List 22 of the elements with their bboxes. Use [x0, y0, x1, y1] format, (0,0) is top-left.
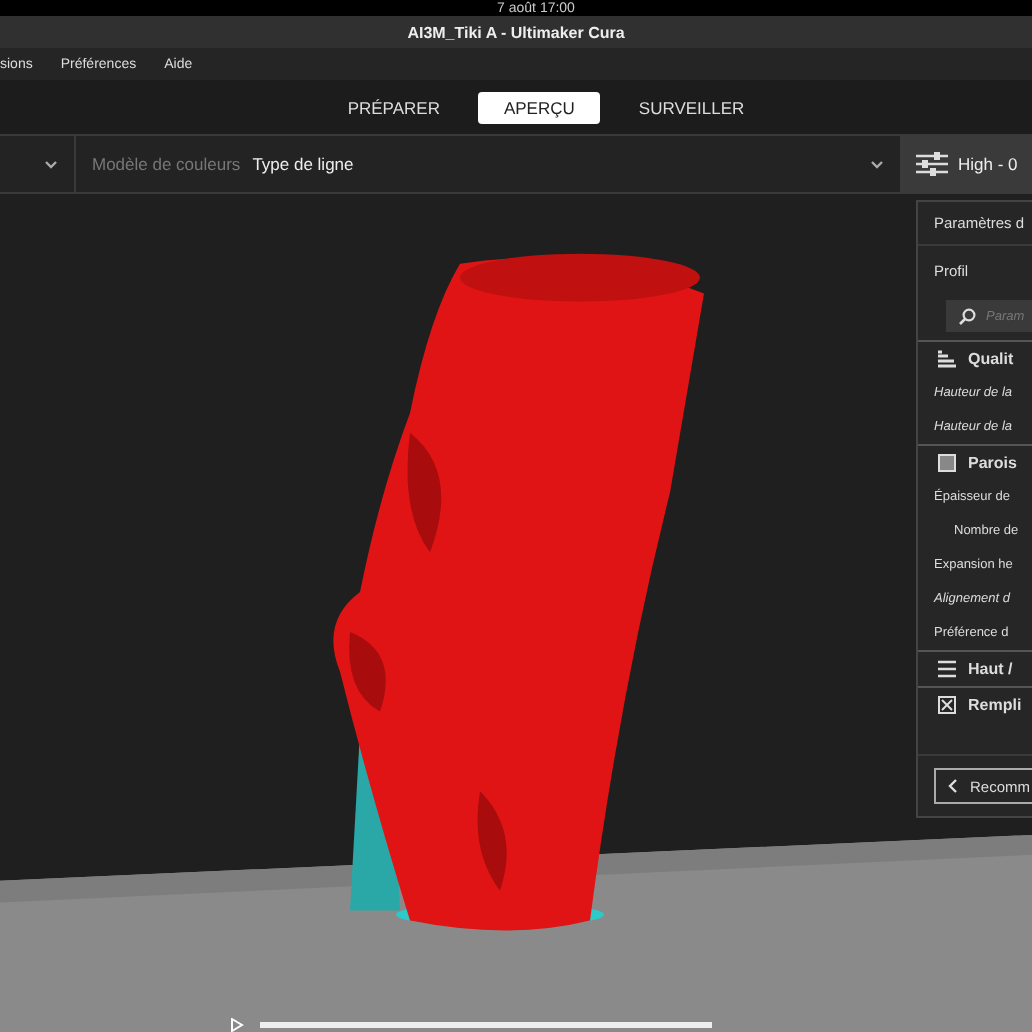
section-icon [938, 454, 956, 472]
section-icon [938, 350, 956, 368]
print-settings-button[interactable]: High - 0 [900, 136, 1032, 192]
section-header[interactable]: Qualit [968, 350, 1014, 368]
play-icon[interactable] [230, 1017, 244, 1031]
search-icon [958, 307, 976, 325]
color-scheme-dropdown[interactable]: Type de ligne [252, 154, 354, 174]
section-header[interactable]: Rempli [968, 696, 1022, 714]
stage-tab[interactable]: SURVEILLER [612, 91, 771, 123]
stage-tab[interactable]: APERÇU [477, 91, 601, 123]
section-icon [938, 696, 956, 714]
section-header[interactable]: Haut / [968, 660, 1013, 678]
layer-slider[interactable] [260, 1021, 712, 1027]
section-icon [938, 660, 956, 678]
chevron-down-icon[interactable] [44, 159, 58, 169]
chevron-down-icon[interactable] [870, 159, 884, 169]
stage-tab[interactable]: PRÉPARER [321, 91, 466, 123]
sliders-icon [916, 152, 948, 176]
section-header[interactable]: Parois [968, 454, 1017, 472]
chevron-left-icon [948, 778, 958, 794]
color-scheme-label: Modèle de couleurs [92, 154, 241, 174]
window-title: AI3M_Tiki A - Ultimaker Cura [407, 23, 625, 41]
